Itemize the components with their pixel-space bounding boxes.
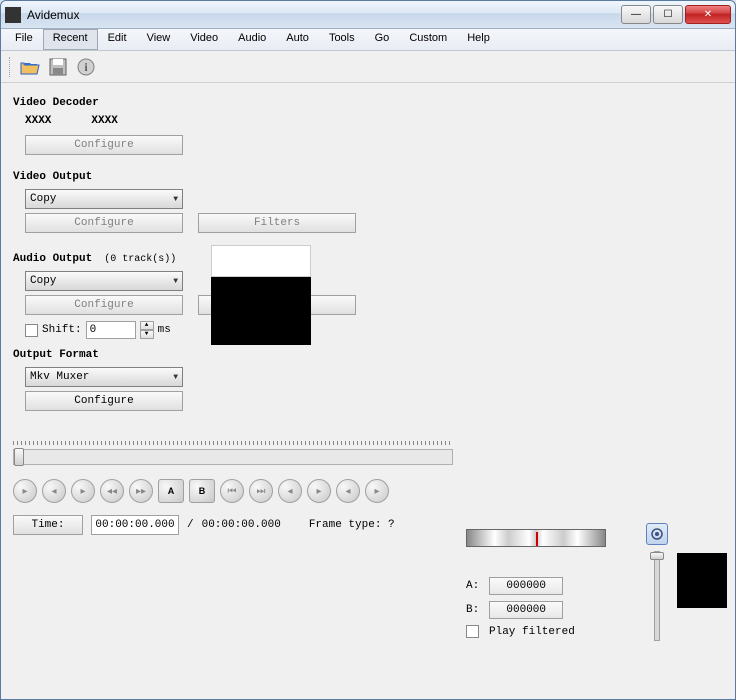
output-format-title: Output Format — [13, 349, 723, 361]
menu-audio[interactable]: Audio — [228, 29, 276, 50]
info-icon[interactable]: i — [75, 56, 97, 78]
goto-marker-a-button[interactable]: ◂ — [278, 479, 302, 503]
toolbar: i — [1, 51, 735, 83]
menu-file[interactable]: File — [5, 29, 43, 50]
play-filtered-checkbox[interactable] — [466, 625, 479, 638]
playback-controls: ▸ ◂ ▸ ◂◂ ▸▸ A B ⏮ ⏭ ◂ ▸ ◂ ▸ — [13, 479, 723, 503]
audio-shift-row: Shift: ▲ ▼ ms — [25, 321, 723, 339]
marker-a-label: A: — [466, 580, 479, 592]
titlebar: Avidemux — ☐ ✕ — [1, 1, 735, 29]
next-black-button[interactable]: ▸ — [365, 479, 389, 503]
video-decoder-configure-button[interactable]: Configure — [25, 135, 183, 155]
video-output-configure-button[interactable]: Configure — [25, 213, 183, 233]
video-output-combo[interactable]: Copy — [25, 189, 183, 209]
decoder-val1: XXXX — [25, 115, 51, 127]
audio-output-combo[interactable]: Copy — [25, 271, 183, 291]
app-icon — [5, 7, 21, 23]
shift-down-button[interactable]: ▼ — [140, 330, 154, 339]
play-filtered-label: Play filtered — [489, 626, 575, 638]
preview-top — [211, 245, 311, 277]
shift-up-button[interactable]: ▲ — [140, 321, 154, 330]
time-button[interactable]: Time: — [13, 515, 83, 535]
set-marker-a-button[interactable]: A — [158, 479, 184, 503]
decoder-values: XXXX XXXX — [25, 115, 723, 127]
marker-a-field[interactable]: 000000 — [489, 577, 563, 595]
output-format-configure-button[interactable]: Configure — [25, 391, 183, 411]
set-marker-b-button[interactable]: B — [189, 479, 215, 503]
shift-ms-label: ms — [158, 324, 171, 336]
video-output-filters-button[interactable]: Filters — [198, 213, 356, 233]
prev-keyframe-button[interactable]: ◂◂ — [100, 479, 124, 503]
menubar: File Recent Edit View Video Audio Auto T… — [1, 29, 735, 51]
time-current-field[interactable]: 00:00:00.000 — [91, 515, 179, 535]
close-button[interactable]: ✕ — [685, 5, 731, 24]
output-format-value: Mkv Muxer — [30, 371, 89, 383]
time-total: 00:00:00.000 — [202, 519, 281, 531]
shift-input[interactable] — [86, 321, 136, 339]
jog-wheel[interactable] — [466, 529, 606, 547]
marker-a-value: 000000 — [506, 580, 546, 592]
timeline-ruler — [13, 437, 453, 447]
volume-control — [646, 523, 668, 641]
goto-end-button[interactable]: ⏭ — [249, 479, 273, 503]
time-sep: / — [187, 519, 194, 531]
toolbar-separator — [9, 57, 13, 77]
maximize-button[interactable]: ☐ — [653, 5, 683, 24]
shift-label: Shift: — [42, 324, 82, 336]
menu-help[interactable]: Help — [457, 29, 500, 50]
frame-type-label: Frame type: ? — [309, 519, 395, 531]
play-button[interactable]: ▸ — [13, 479, 37, 503]
menu-tools[interactable]: Tools — [319, 29, 365, 50]
audio-output-configure-button[interactable]: Configure — [25, 295, 183, 315]
volume-slider[interactable] — [654, 551, 660, 641]
timeline-thumb[interactable] — [14, 448, 24, 466]
video-decoder-title: Video Decoder — [13, 97, 723, 109]
menu-go[interactable]: Go — [365, 29, 400, 50]
window-controls: — ☐ ✕ — [621, 5, 731, 24]
audio-output-title: Audio Output (0 track(s)) — [13, 253, 723, 265]
output-format-combo[interactable]: Mkv Muxer — [25, 367, 183, 387]
video-preview — [211, 245, 311, 345]
jog-mark — [536, 532, 538, 546]
audio-tracks-count: (0 track(s)) — [104, 254, 176, 265]
menu-video[interactable]: Video — [180, 29, 228, 50]
save-icon[interactable] — [47, 56, 69, 78]
volume-thumb[interactable] — [650, 552, 664, 560]
marker-b-field[interactable]: 000000 — [489, 601, 563, 619]
next-keyframe-button[interactable]: ▸▸ — [129, 479, 153, 503]
app-window: Avidemux — ☐ ✕ File Recent Edit View Vid… — [0, 0, 736, 700]
shift-spinner: ▲ ▼ — [140, 321, 154, 339]
goto-marker-b-button[interactable]: ▸ — [307, 479, 331, 503]
menu-recent[interactable]: Recent — [43, 29, 98, 50]
prev-frame-button[interactable]: ◂ — [42, 479, 66, 503]
video-output-title: Video Output — [13, 171, 723, 183]
menu-custom[interactable]: Custom — [399, 29, 457, 50]
mini-preview — [677, 553, 727, 608]
shift-checkbox[interactable] — [25, 324, 38, 337]
window-title: Avidemux — [27, 8, 621, 22]
menu-auto[interactable]: Auto — [276, 29, 319, 50]
next-frame-button[interactable]: ▸ — [71, 479, 95, 503]
time-current-value: 00:00:00.000 — [95, 519, 174, 531]
menu-view[interactable]: View — [137, 29, 181, 50]
timeline-track[interactable] — [13, 449, 453, 465]
marker-b-label: B: — [466, 604, 479, 616]
minimize-button[interactable]: — — [621, 5, 651, 24]
timeline-panel: ▸ ◂ ▸ ◂◂ ▸▸ A B ⏮ ⏭ ◂ ▸ ◂ ▸ Time: 00:00:… — [13, 437, 723, 535]
video-output-value: Copy — [30, 193, 56, 205]
goto-start-button[interactable]: ⏮ — [220, 479, 244, 503]
menu-edit[interactable]: Edit — [98, 29, 137, 50]
audio-output-value: Copy — [30, 275, 56, 287]
prev-black-button[interactable]: ◂ — [336, 479, 360, 503]
main-content: Video Decoder XXXX XXXX Configure Video … — [1, 83, 735, 699]
preview-bottom — [211, 277, 311, 345]
audio-output-title-text: Audio Output — [13, 253, 92, 265]
play-filtered-row: Play filtered — [466, 625, 716, 638]
marker-b-value: 000000 — [506, 604, 546, 616]
speaker-icon[interactable] — [646, 523, 668, 545]
open-icon[interactable] — [19, 56, 41, 78]
decoder-val2: XXXX — [91, 115, 117, 127]
